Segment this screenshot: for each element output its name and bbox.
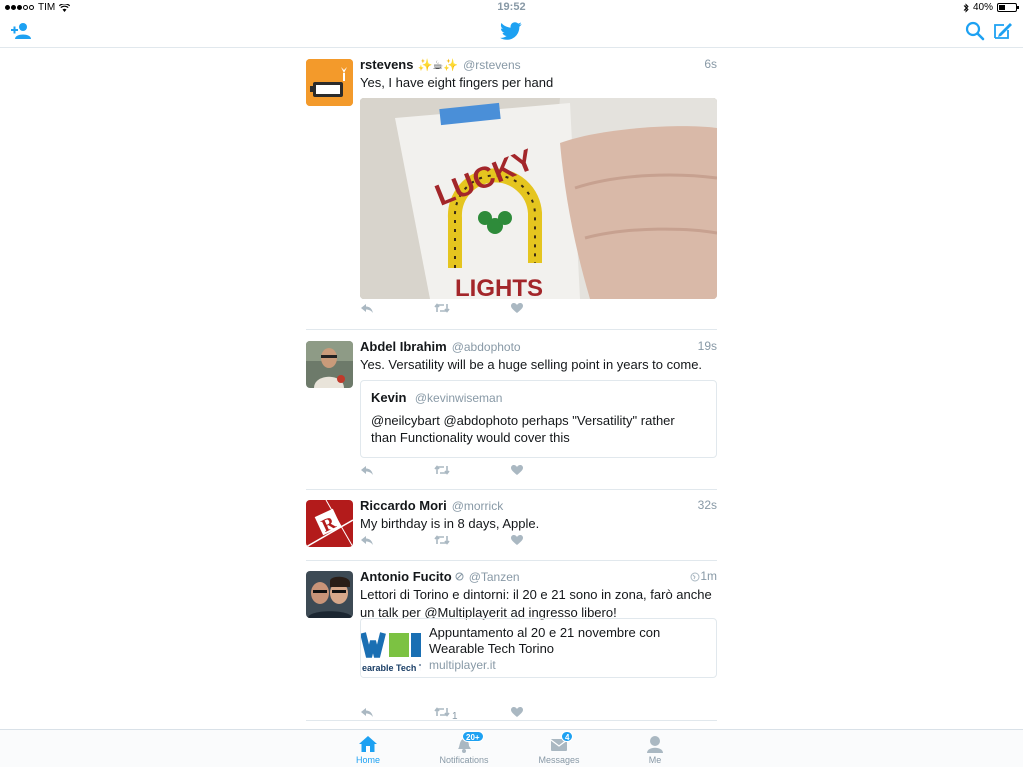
tweet[interactable]: rstevens ✨☕✨ @rstevens 6s Yes, I have ei… xyxy=(306,48,717,330)
tweet[interactable]: Antonio Fucito @Tanzen 1m Lettori di Tor… xyxy=(306,561,717,722)
tab-me[interactable]: Me xyxy=(615,730,695,767)
display-name[interactable]: Abdel Ibrahim xyxy=(360,339,447,354)
reply-icon[interactable] xyxy=(360,706,374,718)
link-card[interactable]: earable Tech To Appuntamento al 20 e 21 … xyxy=(360,618,717,678)
tab-home[interactable]: Home xyxy=(328,730,408,767)
timestamp: 1m xyxy=(700,569,717,583)
tweet-text: Yes, I have eight fingers per hand xyxy=(360,75,554,90)
messages-badge: 4 xyxy=(561,731,574,742)
quoted-text: @neilcybart @abdophoto perhaps "Versatil… xyxy=(371,413,675,445)
card-domain: multiplayer.it xyxy=(429,658,496,672)
avatar-image xyxy=(306,341,353,388)
search-icon[interactable] xyxy=(964,21,986,41)
photo-text-lights: LIGHTS xyxy=(455,275,543,299)
username[interactable]: @abdophoto xyxy=(452,340,521,354)
quoted-tweet[interactable]: Kevin @kevinwiseman @neilcybart @abdopho… xyxy=(360,380,717,458)
twitter-bird-icon[interactable] xyxy=(500,20,522,42)
timestamp: 6s xyxy=(704,57,717,71)
bluetooth-icon xyxy=(963,2,969,13)
battery-percent: 40% xyxy=(972,2,993,13)
username[interactable]: @Tanzen xyxy=(469,570,520,584)
tweet-text: Lettori di Torino e dintorni: il 20 e 21… xyxy=(360,587,712,620)
display-name[interactable]: Riccardo Mori xyxy=(360,498,447,513)
card-thumbnail: earable Tech To xyxy=(361,619,421,677)
tweet-text: Yes. Versatility will be a huge selling … xyxy=(360,357,703,372)
retweet-icon[interactable] xyxy=(434,302,450,314)
avatar-image xyxy=(306,59,353,106)
notifications-badge: 20+ xyxy=(462,731,484,742)
card-title: Appuntamento al 20 e 21 novembre con Wea… xyxy=(429,625,661,656)
home-icon xyxy=(359,736,377,752)
reply-icon[interactable] xyxy=(360,302,374,314)
tab-label: Me xyxy=(648,755,662,765)
add-user-icon[interactable] xyxy=(10,21,32,41)
like-icon[interactable] xyxy=(510,706,524,718)
like-icon[interactable] xyxy=(510,302,524,314)
status-bar: TIM 19:52 40% xyxy=(0,0,1023,14)
avatar[interactable] xyxy=(306,341,353,388)
tab-label: Home xyxy=(355,755,380,765)
tweet-text: My birthday is in 8 days, Apple. xyxy=(360,516,540,531)
timestamp: 32s xyxy=(697,498,717,512)
tweet-photo[interactable]: LUCKY LIGHTS xyxy=(360,98,717,299)
quoted-display-name: Kevin xyxy=(371,390,407,405)
battery-icon xyxy=(997,3,1019,12)
like-icon[interactable] xyxy=(510,464,524,476)
reply-icon[interactable] xyxy=(360,464,374,476)
retweet-icon[interactable] xyxy=(434,464,450,476)
avatar-image: R xyxy=(306,500,353,547)
timeline: rstevens ✨☕✨ @rstevens 6s Yes, I have ei… xyxy=(306,48,717,722)
username[interactable]: @morrick xyxy=(452,499,504,513)
clock: 19:52 xyxy=(497,1,526,13)
globe-icon xyxy=(690,572,700,582)
tab-messages[interactable]: 4 Messages xyxy=(519,730,599,767)
like-icon[interactable] xyxy=(510,534,524,546)
top-navigation-bar xyxy=(0,14,1023,48)
tweet[interactable]: R Riccardo Mori @morrick 32s My birthday… xyxy=(306,490,717,561)
display-name[interactable]: Antonio Fucito xyxy=(360,569,452,584)
timestamp: 19s xyxy=(697,339,717,353)
quoted-username: @kevinwiseman xyxy=(414,391,503,405)
tweet[interactable]: Abdel Ibrahim @abdophoto 19s Yes. Versat… xyxy=(306,330,717,490)
reply-icon[interactable] xyxy=(360,534,374,546)
display-name[interactable]: rstevens xyxy=(360,57,413,72)
tab-notifications[interactable]: 20+ Notifications xyxy=(424,730,504,767)
avatar[interactable] xyxy=(306,59,353,106)
retweet-icon[interactable] xyxy=(434,534,450,546)
name-emoji: ✨☕✨ xyxy=(417,58,459,72)
tab-label: Messages xyxy=(538,755,580,765)
card-thumb-text: earable Tech To xyxy=(362,663,421,673)
tab-label: Notifications xyxy=(439,755,489,765)
avatar[interactable]: R xyxy=(306,500,353,547)
status-right: 40% xyxy=(963,2,1019,13)
avatar[interactable] xyxy=(306,571,353,618)
retweet-icon[interactable] xyxy=(434,706,450,718)
avatar-image xyxy=(306,571,353,618)
compose-icon[interactable] xyxy=(992,21,1014,41)
username[interactable]: @rstevens xyxy=(463,58,521,72)
tab-bar: Home 20+ Notifications 4 Messages Me xyxy=(0,729,1023,767)
person-icon xyxy=(647,736,663,753)
muted-icon xyxy=(455,572,464,581)
retweet-count: 1 xyxy=(452,711,458,722)
